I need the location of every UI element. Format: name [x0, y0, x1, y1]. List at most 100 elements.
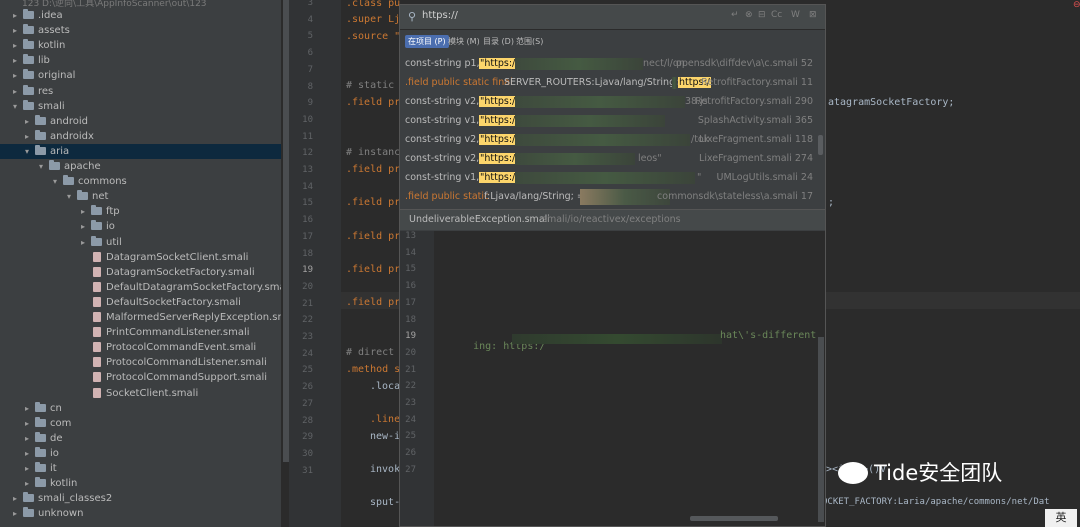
result-row[interactable]: .field public static f:Ljava/lang/String…: [400, 187, 819, 206]
chevron-right-icon[interactable]: ▸: [10, 491, 20, 506]
code-line-5[interactable]: .source ": [346, 31, 400, 42]
scope-tab-module[interactable]: 模块 (M): [445, 35, 483, 48]
tree-folder[interactable]: ▸ .idea: [0, 8, 63, 23]
code-line-15[interactable]: .field pr: [346, 197, 400, 208]
tree-folder[interactable]: ▸ android: [0, 114, 88, 129]
tree-file[interactable]: DatagramSocketClient.smali: [0, 250, 248, 265]
chevron-right-icon[interactable]: ▸: [10, 68, 20, 83]
tree-folder[interactable]: ▾ smali: [0, 99, 65, 114]
tree-folder[interactable]: ▸ io: [0, 446, 59, 461]
result-row[interactable]: const-string p1, "https:// nect/l/qn ope…: [400, 54, 819, 73]
chevron-right-icon[interactable]: ▸: [78, 235, 88, 250]
code-line-23[interactable]: # direct: [346, 347, 394, 358]
error-indicator[interactable]: ⊖: [1073, 0, 1080, 10]
result-row[interactable]: const-string v2, "https:// 38.js Retrofi…: [400, 92, 819, 111]
tree-folder[interactable]: ▸ util: [0, 235, 122, 250]
chevron-right-icon[interactable]: ▸: [10, 506, 20, 521]
code-line-28[interactable]: new-i: [370, 431, 400, 442]
tree-folder[interactable]: ▾ apache: [0, 159, 101, 174]
result-row[interactable]: const-string v2, "https:// leos" LixeFra…: [400, 149, 819, 168]
chevron-right-icon[interactable]: ▸: [22, 431, 32, 446]
chevron-right-icon[interactable]: ▸: [10, 53, 20, 68]
tree-folder[interactable]: ▸ ftp: [0, 204, 120, 219]
preview-scrollbar[interactable]: [818, 337, 824, 522]
clear-icon[interactable]: ⊗: [745, 10, 753, 20]
preview-pane[interactable]: 13 14 15 16 17 18 19 20 21 22 23 24 25 26 27 ing: http…: [400, 231, 825, 526]
chevron-down-icon[interactable]: ▾: [64, 189, 74, 204]
filter-icon[interactable]: ⊟: [758, 10, 766, 20]
tree-file[interactable]: DatagramSocketFactory.smali: [0, 265, 255, 280]
chevron-right-icon[interactable]: ▸: [22, 461, 32, 476]
chevron-down-icon[interactable]: ▾: [10, 99, 20, 114]
tree-folder[interactable]: ▸ kotlin: [0, 476, 77, 491]
tree-file[interactable]: SocketClient.smali: [0, 386, 198, 401]
tree-folder[interactable]: ▸ smali_classes2: [0, 491, 112, 506]
tree-folder[interactable]: ▸ cn: [0, 401, 62, 416]
result-row[interactable]: const-string v1, "https:// SplashActivit…: [400, 111, 819, 130]
tree-folder[interactable]: ▸ de: [0, 431, 63, 446]
chevron-right-icon[interactable]: ▸: [78, 204, 88, 219]
tree-folder[interactable]: ▸ res: [0, 84, 53, 99]
chevron-right-icon[interactable]: ▸: [22, 114, 32, 129]
chevron-right-icon[interactable]: ▸: [22, 476, 32, 491]
results-scrollbar[interactable]: [818, 135, 823, 155]
match-case-toggle[interactable]: Cc: [771, 10, 782, 20]
code-line-24[interactable]: .method s: [346, 364, 400, 375]
scope-tab-scope[interactable]: 范围(S): [513, 35, 546, 48]
tree-file[interactable]: ProtocolCommandEvent.smali: [0, 340, 256, 355]
tree-folder[interactable]: ▸ io: [0, 219, 115, 234]
tree-file[interactable]: PrintCommandListener.smali: [0, 325, 250, 340]
tree-folder[interactable]: ▸ assets: [0, 23, 70, 38]
chevron-right-icon[interactable]: ▸: [10, 23, 20, 38]
tree-folder[interactable]: ▸ it: [0, 461, 57, 476]
words-toggle[interactable]: W: [791, 10, 800, 20]
chevron-right-icon[interactable]: ▸: [10, 8, 20, 23]
chevron-right-icon[interactable]: ▸: [22, 129, 32, 144]
tree-folder[interactable]: ▸ kotlin: [0, 38, 65, 53]
tree-folder[interactable]: ▸ androidx: [0, 129, 94, 144]
chevron-down-icon[interactable]: ▾: [22, 144, 32, 159]
code-line-13[interactable]: .field pr: [346, 164, 400, 175]
tree-folder[interactable]: ▾ commons: [0, 174, 127, 189]
code-line-17[interactable]: .field pr: [346, 231, 400, 242]
chevron-right-icon[interactable]: ▸: [22, 401, 32, 416]
tree-file[interactable]: ProtocolCommandListener.smali: [0, 355, 267, 370]
tree-file[interactable]: ProtocolCommandSupport.smali: [0, 370, 267, 385]
result-row[interactable]: .field public static final SERVER_ROUTER…: [400, 73, 819, 92]
code-line-8[interactable]: # static: [346, 80, 394, 91]
tree-folder[interactable]: ▾ net: [0, 189, 108, 204]
code-line-12[interactable]: # instanc: [346, 147, 400, 158]
code-line-32[interactable]: sput-: [370, 497, 400, 508]
result-row[interactable]: const-string v2, "https:// /tok LixeFrag…: [400, 130, 819, 149]
pin-icon[interactable]: ⊠: [809, 10, 817, 20]
scope-tab-directory[interactable]: 目录 (D): [480, 35, 517, 48]
code-line-3[interactable]: .class pu: [346, 0, 400, 9]
search-input[interactable]: https://: [422, 10, 458, 21]
ime-indicator[interactable]: 英: [1045, 509, 1077, 527]
code-line-4[interactable]: .super Lj: [346, 14, 400, 25]
chevron-right-icon[interactable]: ▸: [22, 416, 32, 431]
code-line-9[interactable]: .field pr: [346, 97, 400, 108]
tree-file[interactable]: DefaultDatagramSocketFactory.smali: [0, 280, 281, 295]
code-line-25[interactable]: .loca: [370, 381, 400, 392]
search-icon[interactable]: ⚲: [408, 10, 416, 23]
tree-folder[interactable]: ▾ aria: [0, 143, 281, 159]
scope-tab-project[interactable]: 在项目 (P): [405, 35, 449, 48]
history-icon[interactable]: ↵: [731, 10, 739, 20]
tree-folder[interactable]: ▸ original: [0, 68, 75, 83]
code-line-21[interactable]: .field pr: [346, 297, 400, 308]
usage-file-row[interactable]: UndeliverableException.smali smali/io/re…: [400, 210, 825, 230]
chevron-down-icon[interactable]: ▾: [50, 174, 60, 189]
chevron-right-icon[interactable]: ▸: [78, 219, 88, 234]
chevron-down-icon[interactable]: ▾: [36, 159, 46, 174]
tree-folder[interactable]: ▸ unknown: [0, 506, 83, 521]
code-line-27[interactable]: .line: [370, 414, 400, 425]
result-row[interactable]: const-string v1, "https:// " UMLogUtils.…: [400, 168, 819, 187]
tree-file[interactable]: MalformedServerReplyException.sma: [0, 310, 281, 325]
chevron-right-icon[interactable]: ▸: [10, 84, 20, 99]
chevron-right-icon[interactable]: ▸: [10, 38, 20, 53]
preview-hscrollbar[interactable]: [690, 516, 778, 521]
tree-folder[interactable]: ▸ lib: [0, 53, 50, 68]
tree-file[interactable]: DefaultSocketFactory.smali: [0, 295, 241, 310]
chevron-right-icon[interactable]: ▸: [22, 446, 32, 461]
